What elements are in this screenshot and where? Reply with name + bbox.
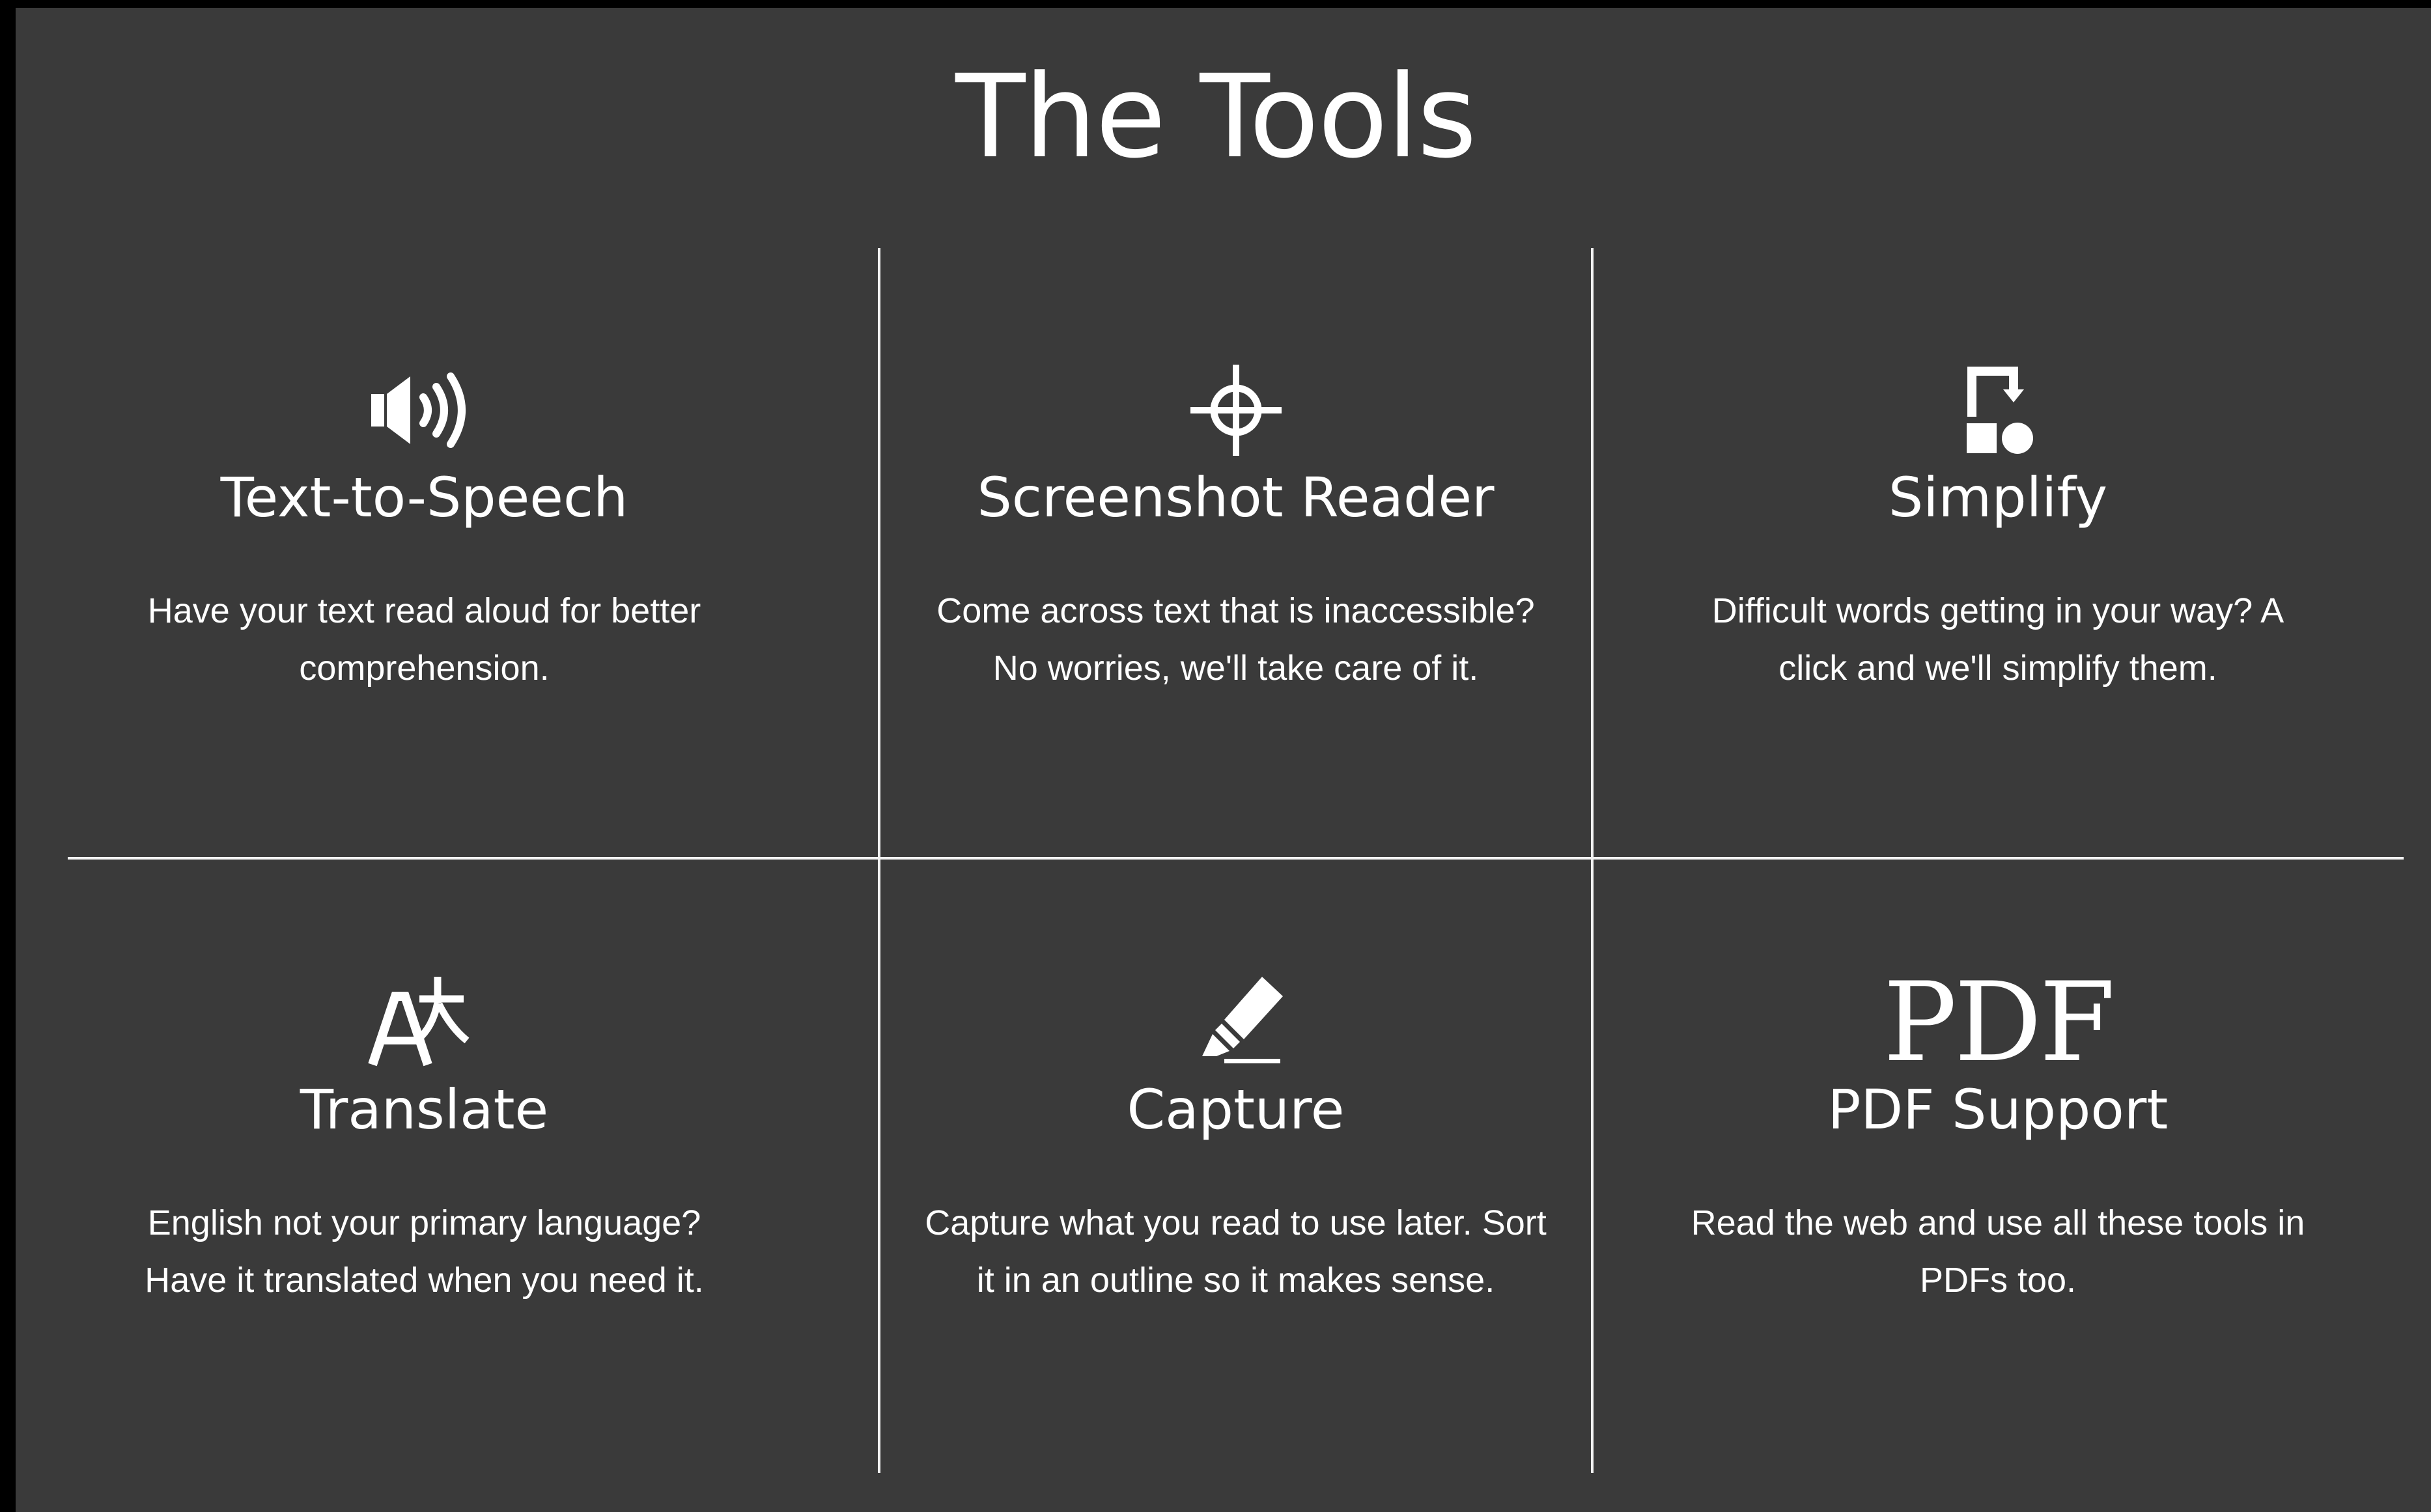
grid-divider-horizontal xyxy=(68,857,2404,860)
speaker-icon xyxy=(359,365,490,456)
page-title: The Tools xyxy=(955,50,1477,184)
crosshair-icon xyxy=(1171,365,1301,456)
highlighter-icon xyxy=(1171,977,1301,1068)
tool-title: Translate xyxy=(300,1078,549,1141)
pdf-icon: PDF xyxy=(1883,959,2115,1086)
tool-description: Have your text read aloud for better com… xyxy=(147,591,701,688)
tool-card-translate: Translate English not your primary langu… xyxy=(68,977,781,1309)
tool-card-screenshot-reader: Screenshot Reader Come across text that … xyxy=(879,365,1592,697)
tool-title: PDF Support xyxy=(1827,1078,2169,1141)
tool-description: Read the web and use all these tools in … xyxy=(1691,1203,2305,1300)
tool-description: Difficult words getting in your way? A c… xyxy=(1711,591,2284,688)
tool-card-simplify: Simplify Difficult words getting in your… xyxy=(1592,365,2404,697)
tool-title: Simplify xyxy=(1888,466,2108,529)
tool-card-capture: Capture Capture what you read to use lat… xyxy=(879,977,1592,1309)
tool-title: Screenshot Reader xyxy=(977,466,1495,529)
simplify-icon xyxy=(1933,365,2063,456)
tool-card-text-to-speech: Text-to-Speech Have your text read aloud… xyxy=(68,365,781,697)
tool-description: English not your primary language? Have … xyxy=(145,1203,704,1300)
tool-title: Text-to-Speech xyxy=(220,466,628,529)
tool-description: Capture what you read to use later. Sort… xyxy=(925,1203,1547,1300)
translate-icon xyxy=(359,977,490,1068)
tool-card-pdf-support: PDF PDF Support Read the web and use all… xyxy=(1592,959,2404,1309)
tool-description: Come across text that is inaccessible? N… xyxy=(936,591,1535,688)
tool-title: Capture xyxy=(1127,1078,1345,1141)
